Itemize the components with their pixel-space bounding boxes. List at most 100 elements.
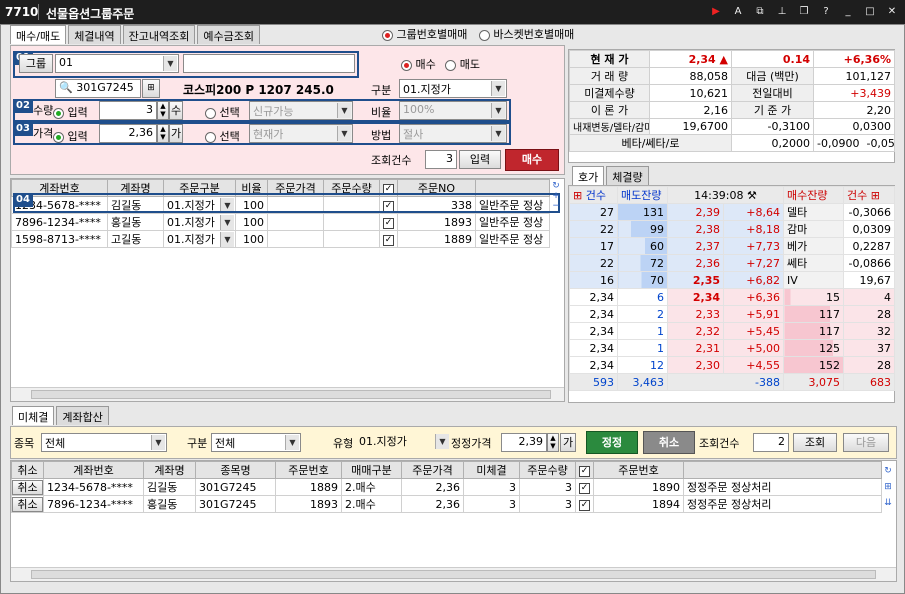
qty-spinner[interactable]: ▲ ▼: [157, 101, 169, 120]
ask-price[interactable]: 2,38: [667, 220, 724, 238]
modify-price-unit-button[interactable]: 가: [560, 433, 576, 452]
scroll-thumb[interactable]: [31, 570, 876, 579]
price-select-radio[interactable]: [205, 131, 216, 143]
col-check[interactable]: ✓: [575, 461, 594, 479]
row-cancel-button[interactable]: 취소: [12, 496, 43, 512]
item-select[interactable]: 전체 ▼: [41, 433, 167, 452]
chevron-down-icon[interactable]: ▼: [151, 435, 165, 450]
refresh-icon[interactable]: ↻ + −: [550, 181, 562, 211]
tab-executions[interactable]: 체결내역: [68, 25, 121, 44]
help-icon[interactable]: ?: [819, 5, 833, 19]
input-button[interactable]: 입력: [459, 150, 501, 169]
order-type-cell[interactable]: 01.지정가 ▼: [163, 213, 236, 231]
tab-buy-sell[interactable]: 매수/매도: [10, 25, 67, 44]
check-cell[interactable]: ✓: [575, 478, 594, 496]
qty-cell[interactable]: 3: [519, 495, 576, 513]
qty-input-radio[interactable]: [53, 107, 64, 119]
expand-icon[interactable]: ⊞: [871, 189, 880, 202]
tab-hoga[interactable]: 호가: [572, 166, 605, 185]
filter-count-field[interactable]: 2: [753, 433, 789, 452]
check-cell[interactable]: ✓: [379, 230, 398, 248]
ask-price[interactable]: 2,39: [667, 203, 724, 221]
bid-row[interactable]: 2,34 1 2,32 +5,45 117 32: [569, 322, 895, 340]
chevron-down-icon[interactable]: ▼: [337, 103, 351, 118]
chevron-down-icon[interactable]: ▼: [285, 435, 299, 450]
price-cell[interactable]: [267, 213, 324, 231]
filter-type-select[interactable]: 전체 ▼: [211, 433, 301, 452]
bid-price[interactable]: 2,34: [667, 288, 724, 306]
scroll-thumb[interactable]: [31, 390, 551, 399]
price-unit-button[interactable]: 가: [169, 124, 183, 143]
header-checkbox[interactable]: ✓: [579, 466, 590, 477]
tab-unfilled[interactable]: 미체결: [12, 406, 55, 425]
buy-order-button[interactable]: 매수: [505, 149, 559, 171]
expand-icon[interactable]: ⊞: [573, 189, 582, 202]
cancel-cell[interactable]: 취소: [11, 495, 44, 513]
refresh-icon[interactable]: ↻ ⊞ ⇊: [882, 463, 894, 511]
check-cell[interactable]: ✓: [379, 213, 398, 231]
price-input-radio[interactable]: [53, 131, 64, 143]
restore-icon[interactable]: ❐: [797, 5, 811, 19]
check-cell[interactable]: ✓: [575, 495, 594, 513]
cancel-cell[interactable]: 취소: [11, 478, 44, 496]
bid-price[interactable]: 2,30: [667, 356, 724, 374]
ask-price[interactable]: 2,35: [667, 271, 724, 289]
qty-cell[interactable]: [323, 213, 380, 231]
table-row[interactable]: 취소 1234-5678-**** 김길동 301G7245 1889 2.매수…: [11, 478, 882, 496]
pin-icon[interactable]: ⊥: [775, 5, 789, 19]
price-select-dropdown[interactable]: 현재가 ▼: [249, 124, 353, 143]
modify-button[interactable]: 정정: [586, 431, 638, 454]
qty-select-radio[interactable]: [205, 107, 216, 119]
chevron-down-icon[interactable]: ▼: [337, 126, 351, 141]
ask-row[interactable]: 16 70 2,35 +6,82 IV 19,67: [569, 271, 895, 289]
bid-price[interactable]: 2,32: [667, 322, 724, 340]
ask-price[interactable]: 2,36: [667, 254, 724, 272]
basket-mode-radio[interactable]: [478, 29, 490, 41]
qty-cell[interactable]: 3: [519, 478, 576, 496]
tools-icon[interactable]: ⚒: [747, 189, 757, 202]
table-row[interactable]: 1598-8713-**** 고길동 01.지정가 ▼ 100 ✓ 1889 일반…: [11, 230, 550, 248]
sell-radio[interactable]: [445, 59, 457, 71]
order-type-cell[interactable]: 01.지정가 ▼: [163, 230, 236, 248]
table-row[interactable]: 취소 7896-1234-**** 홍길동 301G7245 1893 2.매수…: [11, 495, 882, 513]
open-orders-scrollbar[interactable]: [11, 567, 896, 581]
group-select[interactable]: 01 ▼: [55, 54, 179, 73]
tab-deposit[interactable]: 예수금조회: [197, 25, 261, 44]
chevron-down-icon[interactable]: ▼: [220, 232, 234, 247]
group-button[interactable]: 그룹: [19, 54, 53, 73]
buy-radio[interactable]: [401, 59, 412, 71]
bid-price[interactable]: 2,31: [667, 339, 724, 357]
type-select[interactable]: 01.지정가 ▼: [399, 79, 507, 98]
cancel-button[interactable]: 취소: [643, 431, 695, 454]
link-icon[interactable]: ⧉: [753, 5, 767, 19]
chevron-down-icon[interactable]: ▼: [491, 81, 505, 96]
ask-row[interactable]: 22 72 2,36 +7,27 쎄타 -0,0866: [569, 254, 895, 272]
modify-price-spinner[interactable]: ▲ ▼: [547, 433, 559, 452]
qty-field[interactable]: 3: [99, 101, 157, 120]
order-table-scrollbar[interactable]: [11, 387, 564, 401]
query-button[interactable]: 조회: [793, 433, 837, 452]
row-cancel-button[interactable]: 취소: [12, 479, 43, 495]
row-checkbox[interactable]: ✓: [383, 235, 394, 246]
qty-select-dropdown[interactable]: 신규가능 ▼: [249, 101, 353, 120]
bid-row[interactable]: 2,34 1 2,31 +5,00 125 37: [569, 339, 895, 357]
tab-account-sum[interactable]: 계좌합산: [56, 406, 109, 425]
qty-unit-button[interactable]: 수: [169, 101, 183, 120]
ratio-cell[interactable]: 100: [235, 213, 268, 231]
group-name-field[interactable]: [183, 54, 355, 73]
table-row[interactable]: 7896-1234-**** 홍길동 01.지정가 ▼ 100 ✓ 1893 일반…: [11, 213, 550, 231]
tab-balance[interactable]: 잔고내역조회: [122, 25, 196, 44]
play-icon[interactable]: ▶: [709, 5, 723, 19]
ask-row[interactable]: 27 131 2,39 +8,64 델타 -0,3066: [569, 203, 895, 221]
close-icon[interactable]: ✕: [885, 5, 899, 19]
count-field[interactable]: 3: [425, 150, 457, 169]
ask-row[interactable]: 17 60 2,37 +7,73 베가 0,2287: [569, 237, 895, 255]
chevron-down-icon[interactable]: ▼: [491, 103, 505, 118]
method-select[interactable]: 절사 ▼: [399, 124, 507, 143]
ratio-cell[interactable]: 100: [235, 230, 268, 248]
bid-row[interactable]: 2,34 6 2,34 +6,36 15 4: [569, 288, 895, 306]
tab-exec-volume[interactable]: 체결량: [606, 166, 649, 185]
code-field[interactable]: 🔍 301G7245: [55, 79, 141, 98]
next-button[interactable]: 다음: [843, 433, 889, 452]
chevron-down-icon[interactable]: ▼: [435, 434, 449, 449]
